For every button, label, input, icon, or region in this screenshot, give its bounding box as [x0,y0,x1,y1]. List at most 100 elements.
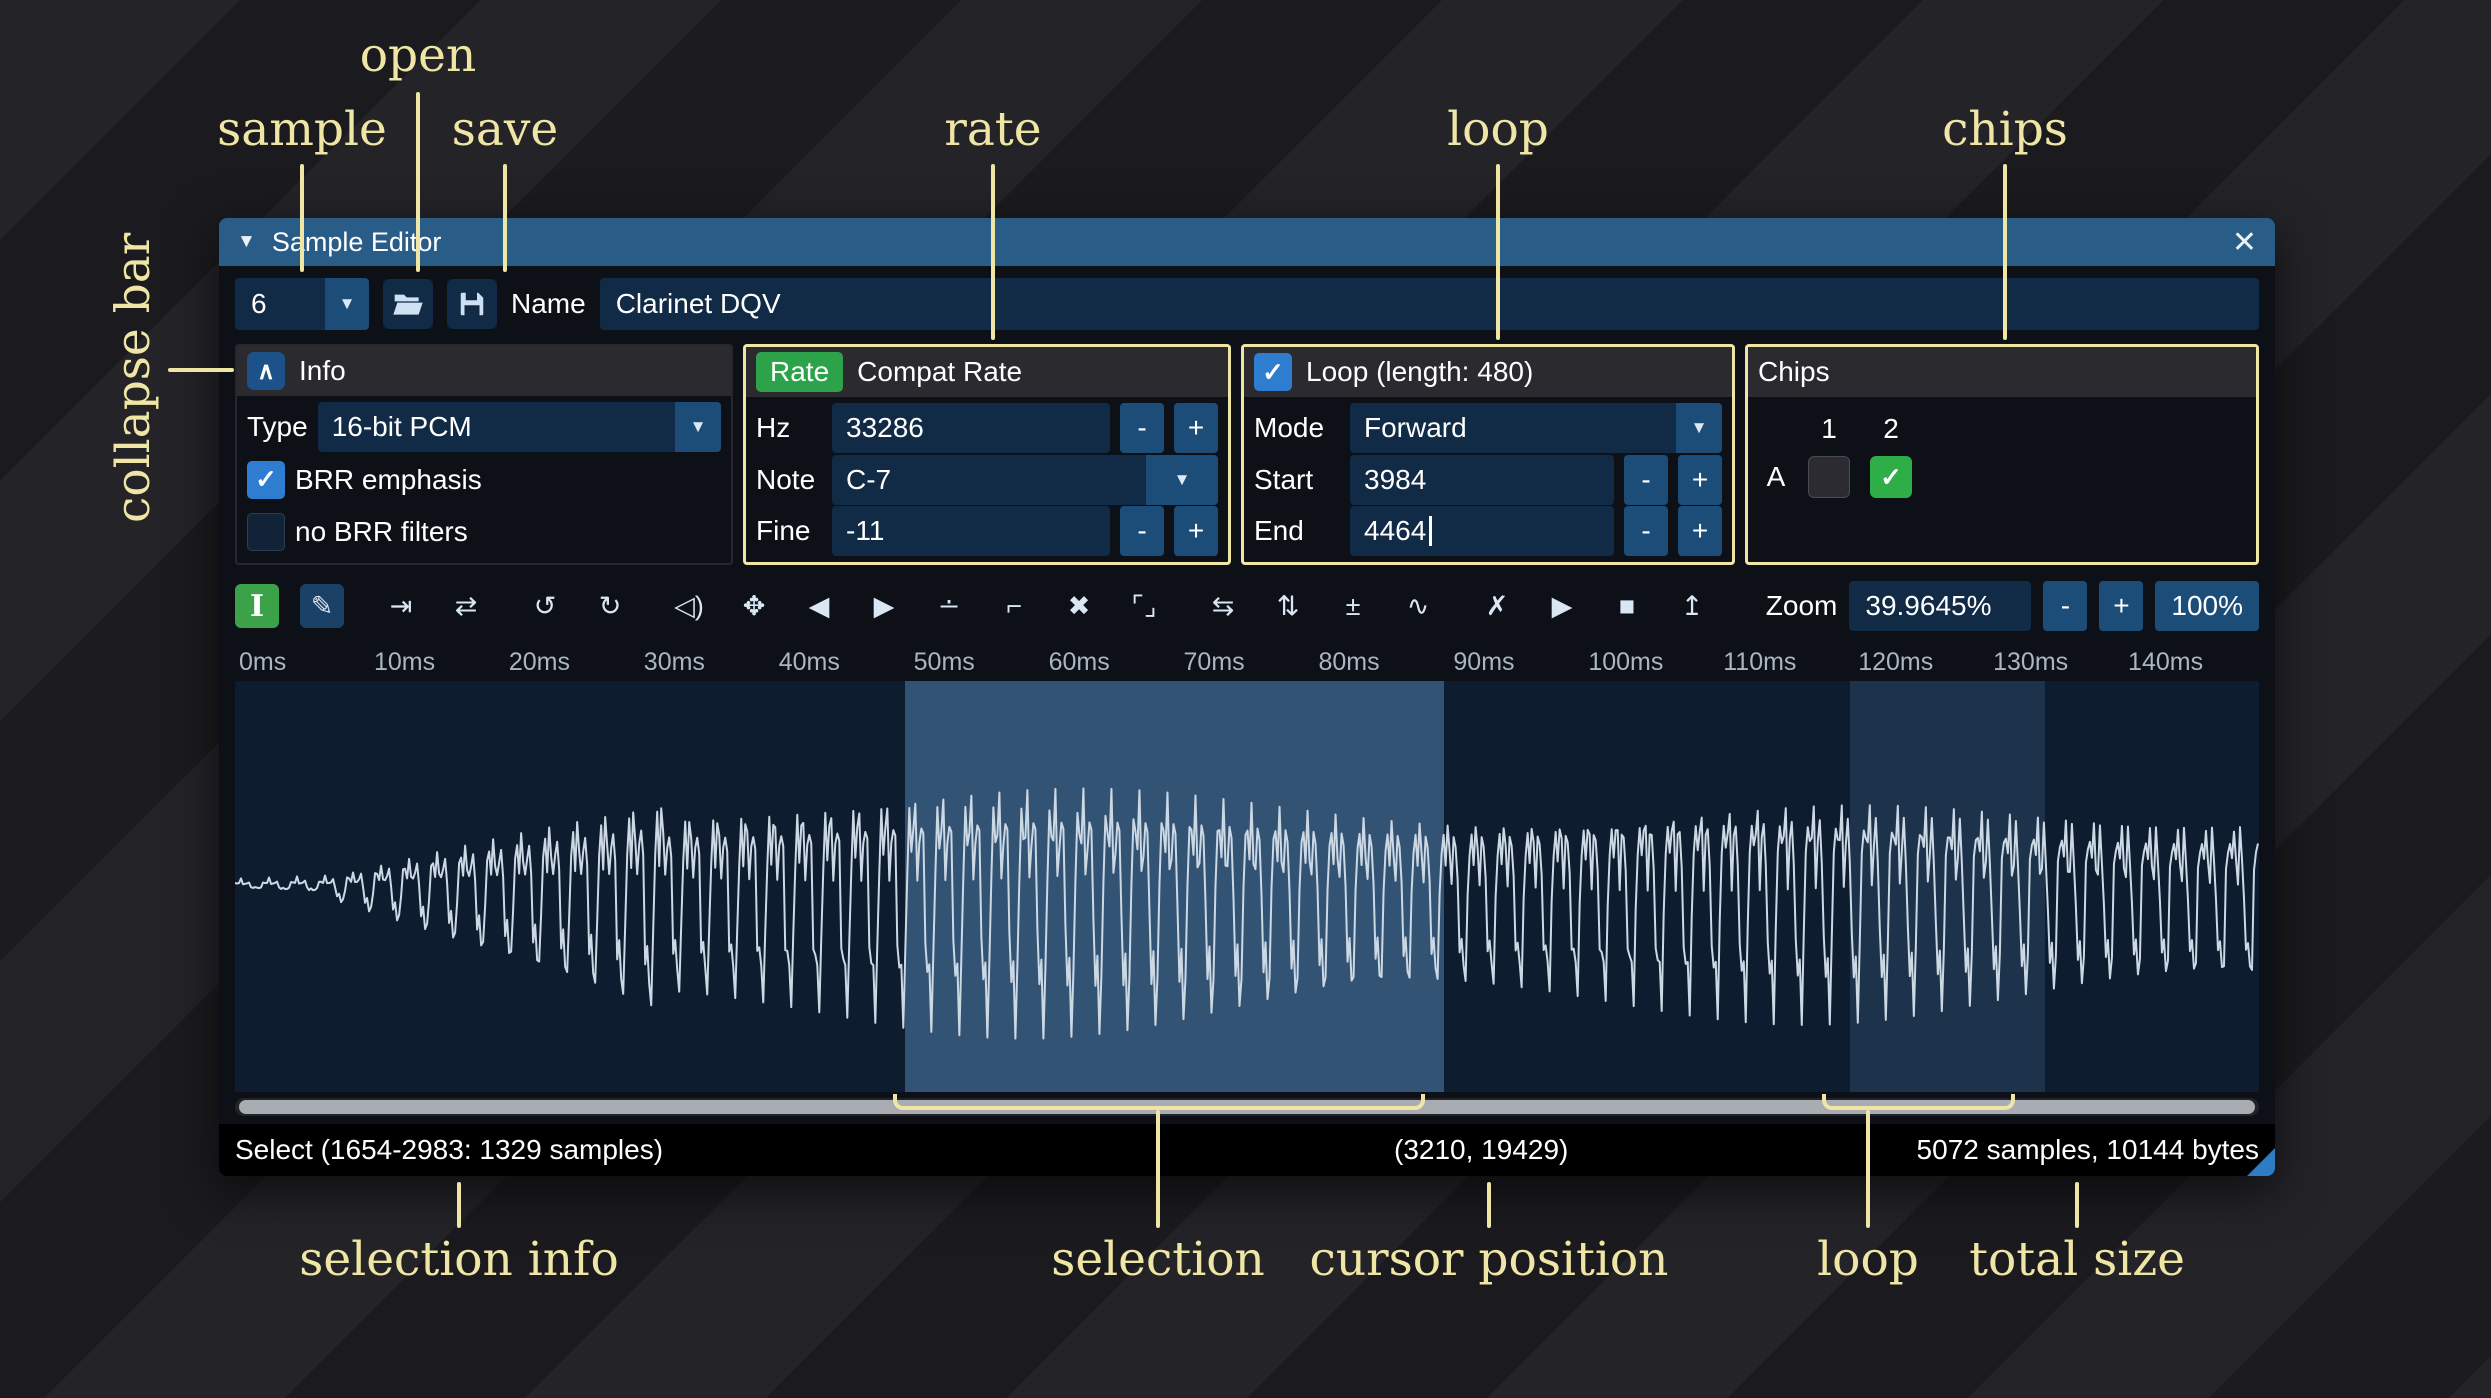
loop-panel: ✓ Loop (length: 480) Mode Forward ▼ Star… [1241,344,1735,565]
annotation-save-label: save [451,102,559,157]
sign-invert-button[interactable]: ± [1331,584,1375,628]
trim-button[interactable]: ⌜⌟ [1122,584,1166,628]
preview-button[interactable]: ▶ [1540,584,1584,628]
ruler-tick: 10ms [373,648,436,676]
fine-minus-button[interactable]: - [1120,506,1164,557]
annotation-selection-bracket [893,1094,1425,1110]
fine-input[interactable]: -11 [832,506,1110,557]
insert-silence-button[interactable]: ∸ [927,584,971,628]
sample-selector[interactable]: 6 ▼ [235,278,369,330]
annotation-loop-bracket [1822,1094,2015,1110]
brr-emphasis-label: BRR emphasis [295,463,482,495]
resample-button[interactable]: ⇄ [444,584,488,628]
resize-button[interactable]: ⇥ [379,584,423,628]
chevron-down-icon[interactable]: ▼ [1676,402,1722,453]
hz-plus-button[interactable]: + [1174,402,1218,453]
fine-label: Fine [756,515,811,547]
chevron-down-icon[interactable]: ▼ [325,278,369,330]
select-tool-button[interactable]: I [235,584,279,628]
sample-number: 6 [235,278,325,330]
resize-grip[interactable] [2247,1148,2275,1176]
normalize-button[interactable]: ✥ [732,584,776,628]
loop-start-input[interactable]: 3984 [1350,454,1614,505]
info-panel-header: ∧ Info [237,346,731,396]
fade-in-button[interactable]: ◀ [797,584,841,628]
filter-button[interactable]: ∿ [1396,584,1440,628]
invert-button[interactable]: ⇅ [1266,584,1310,628]
loop-enable-checkbox[interactable]: ✓ [1254,353,1292,391]
loop-start-minus-button[interactable]: - [1624,454,1668,505]
window-collapse-icon[interactable]: ▼ [237,231,256,253]
check-icon: ✓ [1880,461,1902,492]
collapse-chevron-icon: ∧ [257,357,275,385]
zoom-label: Zoom [1765,590,1838,621]
loop-start-value: 3984 [1364,463,1427,495]
loop-end-minus-button[interactable]: - [1624,506,1668,557]
page-background: ▼ Sample Editor ✕ 6 ▼ Name Clarinet DQV … [0,0,2491,1398]
undo-button[interactable]: ↺ [523,584,567,628]
ruler-tick: 40ms [778,648,840,676]
annotation-save-line [503,164,507,272]
type-select[interactable]: 16-bit PCM ▼ [317,402,721,453]
sample-editor-window: ▼ Sample Editor ✕ 6 ▼ Name Clarinet DQV … [219,218,2275,1176]
ruler-tick: 90ms [1453,648,1515,676]
name-value: Clarinet DQV [615,288,781,319]
chip-column-2: 2 [1883,413,1899,444]
loop-end-value: 4464 [1364,515,1427,547]
chips-grid: 1 2 A ✓ [1748,397,2256,509]
fine-plus-button[interactable]: + [1174,506,1218,557]
loop-end-label: End [1254,515,1304,547]
chevron-down-icon[interactable]: ▼ [675,402,721,453]
chip-2-checkbox[interactable]: ✓ [1870,456,1912,498]
brr-emphasis-checkbox[interactable]: ✓ [247,460,285,499]
rate-badge[interactable]: Rate [756,352,844,392]
panels-row: ∧ Info Type 16-bit PCM ▼ ✓ BRR emphasis … [235,344,2259,565]
fade-out-button[interactable]: ▶ [862,584,906,628]
check-icon: ✓ [255,464,277,494]
zoom-input[interactable]: 39.9645% [1849,581,2032,631]
text-caret [1429,516,1433,547]
loop-start-plus-button[interactable]: + [1678,454,1722,505]
crossfade-button[interactable]: ✗ [1475,584,1519,628]
hz-input[interactable]: 33286 [832,402,1110,453]
save-button[interactable] [447,279,497,329]
export-wavetable-button[interactable]: ↥ [1670,584,1714,628]
time-ruler[interactable]: 0ms 10ms 20ms 30ms 40ms 50ms 60ms 70ms 8… [235,643,2259,681]
total-size-text: 5072 samples, 10144 bytes [1916,1134,2259,1165]
annotation-loop-top-line [1496,164,1500,340]
open-button[interactable] [383,279,433,329]
chevron-down-icon[interactable]: ▼ [1146,454,1218,505]
zoom-reset-button[interactable]: 100% [2155,581,2259,631]
ruler-tick: 0ms [239,648,287,676]
note-select[interactable]: C-7 ▼ [832,454,1218,505]
redo-button[interactable]: ↻ [588,584,632,628]
reverse-button[interactable]: ⇆ [1201,584,1245,628]
info-panel-title: Info [299,355,346,386]
hz-minus-button[interactable]: - [1120,402,1164,453]
window-content: 6 ▼ Name Clarinet DQV ∧ Info Type 16-bit… [219,266,2275,1124]
annotation-total-size-label: total size [1969,1232,2185,1287]
delete-button[interactable]: ✖ [1057,584,1101,628]
annotation-open-label: open [359,28,477,83]
zoom-in-button[interactable]: + [2099,581,2144,631]
amplify-button[interactable]: ◁) [667,584,711,628]
stop-button[interactable]: ■ [1605,584,1649,628]
annotation-cursor-position-line [1487,1182,1491,1228]
collapse-bar-button[interactable]: ∧ [247,352,285,390]
loop-mode-select[interactable]: Forward ▼ [1350,402,1722,453]
close-icon[interactable]: ✕ [2232,225,2257,260]
draw-tool-button[interactable]: ✎ [300,584,344,628]
no-brr-filters-checkbox[interactable] [247,512,285,551]
waveform-view[interactable] [235,681,2259,1092]
apply-silence-button[interactable]: ⌐ [992,584,1036,628]
zoom-out-button[interactable]: - [2043,581,2088,631]
name-input[interactable]: Clarinet DQV [599,278,2259,330]
chip-1-checkbox[interactable] [1808,456,1850,498]
loop-end-input[interactable]: 4464 [1350,506,1614,557]
zoom-value: 39.9645% [1865,590,1992,621]
loop-end-plus-button[interactable]: + [1678,506,1722,557]
cursor-position-text: (3210, 19429) [1394,1134,1569,1165]
ruler-tick: 120ms [1858,648,1934,676]
ruler-tick: 100ms [1588,648,1664,676]
titlebar[interactable]: ▼ Sample Editor ✕ [219,218,2275,266]
